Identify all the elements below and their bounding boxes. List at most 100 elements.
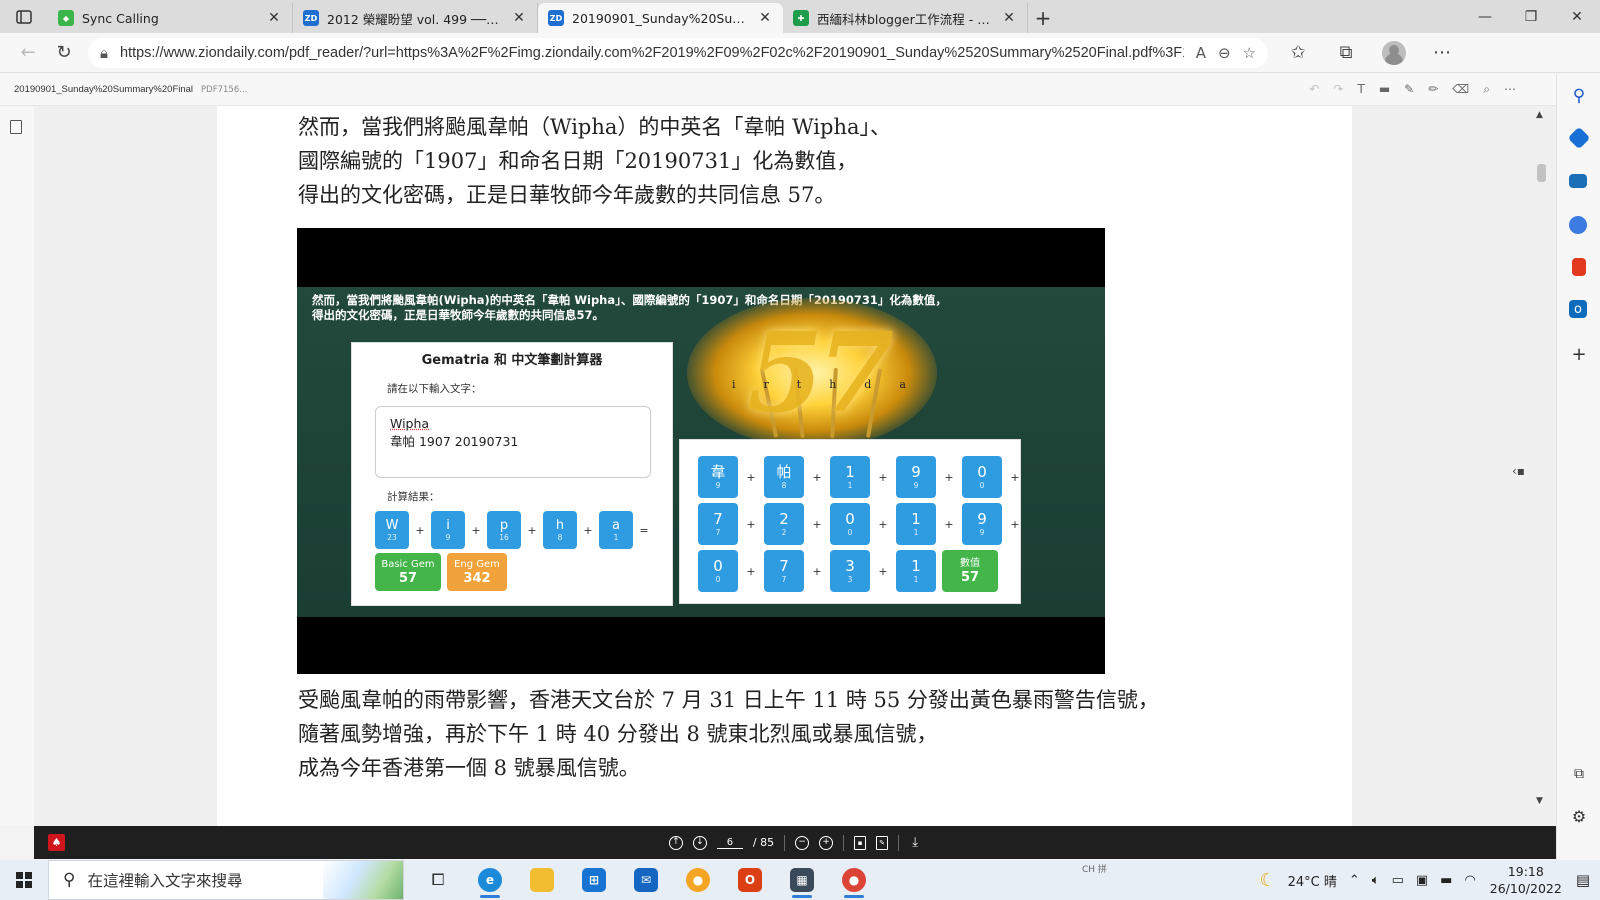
restore-button[interactable]: ❐	[1508, 0, 1554, 33]
collections-icon[interactable]: ⧉	[1324, 37, 1368, 69]
fit-page-icon[interactable]: ▪	[854, 835, 867, 850]
comment-icon[interactable]: ▬	[1379, 82, 1390, 97]
wifi-icon[interactable]: ◠	[1464, 873, 1475, 888]
new-tab-button[interactable]: +	[1028, 3, 1058, 33]
address-bar[interactable]: 🔒︎ https://www.ziondaily.com/pdf_reader/…	[88, 37, 1268, 68]
taskbar-office[interactable]: O	[724, 860, 776, 900]
battery-icon[interactable]: ▬	[1440, 873, 1452, 888]
meet-now-icon[interactable]: ▭	[1392, 873, 1404, 888]
text-tool-icon[interactable]: T	[1357, 82, 1364, 97]
input-method-indicator[interactable]: CH 拼	[1082, 862, 1107, 875]
badge-label: 數值	[960, 557, 980, 569]
scroll-up-icon[interactable]: ▲	[1536, 110, 1543, 120]
lock-icon[interactable]: 🔒︎	[100, 44, 108, 62]
page-text-line: 受颱風韋帕的雨帶影響，香港天文台於 7 月 31 日上午 11 時 55 分發出…	[298, 688, 1159, 712]
search-icon[interactable]: ⌕	[1483, 82, 1490, 97]
taskbar-search-box[interactable]: ⚲ 在這裡輸入文字來搜尋	[48, 860, 404, 900]
shopping-tag-icon[interactable]	[1567, 126, 1591, 150]
page-text-line: 得出的文化密碼，正是日華牧師今年歲數的共同信息 57。	[298, 183, 836, 207]
start-button[interactable]	[0, 860, 48, 900]
download-icon[interactable]: ⤓	[909, 835, 921, 850]
task-view-button[interactable]: ⧠	[412, 860, 464, 900]
plus-sign: +	[746, 470, 756, 484]
acrobat-icon[interactable]: ♠	[48, 834, 65, 851]
key-value: 9	[715, 480, 721, 490]
undo-icon[interactable]: ↶	[1309, 82, 1319, 97]
more-options-icon[interactable]: ⋯	[1504, 82, 1516, 97]
split-screen-icon[interactable]: ⧉	[1569, 764, 1589, 784]
pdf-left-rail	[0, 106, 34, 826]
value-key: p 16	[487, 511, 521, 549]
back-button[interactable]: ←	[10, 37, 46, 69]
key-character: W	[385, 517, 399, 533]
tab-google-sheets[interactable]: ✚ 西緬科林blogger工作流程 - Goo ✕	[783, 3, 1028, 33]
tab-ziondaily-499[interactable]: ZD 2012 榮耀盼望 vol. 499 ──「星」 ✕	[293, 3, 538, 33]
taskbar-chrome-canary[interactable]: ●	[672, 860, 724, 900]
minimize-button[interactable]: —	[1462, 0, 1508, 33]
key-value: 8	[781, 480, 787, 490]
taskbar-mail[interactable]: ✉	[620, 860, 672, 900]
redo-icon[interactable]: ↷	[1333, 82, 1343, 97]
key-value: 7	[715, 527, 721, 537]
search-highlight-image	[323, 861, 403, 899]
volume-icon[interactable]: 🔈︎	[1372, 873, 1380, 888]
previous-page-icon[interactable]: ↑	[668, 835, 683, 850]
draw-icon[interactable]: ✏	[1428, 82, 1438, 97]
taskbar-chrome[interactable]: ●	[828, 860, 880, 900]
close-icon[interactable]: ✕	[266, 10, 282, 26]
taskbar-file-explorer[interactable]	[516, 860, 568, 900]
tools-briefcase-icon[interactable]	[1569, 174, 1587, 188]
network-status-icon[interactable]: ▣	[1416, 873, 1428, 888]
scrollbar-thumb[interactable]	[1537, 164, 1546, 182]
taskbar-clock[interactable]: 19:18 26/10/2022	[1488, 863, 1564, 897]
key-character: 7	[713, 509, 723, 528]
zoom-in-icon[interactable]: +	[819, 835, 834, 850]
add-sidebar-app-icon[interactable]: +	[1569, 344, 1589, 365]
tab-title: 西緬科林blogger工作流程 - Goo	[817, 11, 993, 27]
expand-panel-icon[interactable]: ‹▪	[1512, 464, 1525, 478]
refresh-button[interactable]: ↻	[46, 37, 82, 69]
zoom-out-icon[interactable]: ⊖	[1218, 44, 1231, 62]
next-page-icon[interactable]: ↓	[692, 835, 707, 850]
notifications-icon[interactable]: ▤	[1576, 871, 1590, 889]
erase-icon[interactable]: ⌫	[1452, 82, 1469, 97]
close-icon[interactable]: ✕	[757, 10, 773, 26]
vertical-scrollbar[interactable]: ▲ ▼	[1532, 106, 1550, 826]
office-icon[interactable]	[1572, 258, 1586, 276]
taskbar-edge[interactable]: e	[464, 860, 516, 900]
tab-sunday-summary[interactable]: ZD 20190901_Sunday%20Summary% ✕	[538, 3, 783, 33]
zoom-out-icon[interactable]: −	[795, 835, 810, 850]
favorites-icon[interactable]: ✩	[1276, 37, 1320, 69]
page-number-input[interactable]: 6	[716, 837, 743, 849]
games-icon[interactable]	[1569, 216, 1587, 234]
read-aloud-icon[interactable]: A	[1196, 44, 1206, 62]
key-character: 0	[845, 509, 855, 528]
weather-moon-icon[interactable]: ☾	[1259, 870, 1275, 891]
taskbar-store[interactable]: ⊞	[568, 860, 620, 900]
weather-text[interactable]: 24°C 晴	[1288, 871, 1337, 890]
taskbar-calculator[interactable]: ▦	[776, 860, 828, 900]
outlook-icon[interactable]: o	[1569, 300, 1587, 318]
sidebar-search-icon[interactable]: ⚲	[1569, 86, 1589, 106]
highlight-icon[interactable]: ✎	[1404, 82, 1414, 97]
show-hidden-icons-icon[interactable]: ⌃	[1349, 873, 1360, 888]
tab-actions-button[interactable]	[0, 0, 48, 33]
value-key: 帕8	[764, 456, 804, 498]
page-total: / 85	[752, 836, 775, 849]
url-text[interactable]: https://www.ziondaily.com/pdf_reader/?ur…	[120, 45, 1184, 61]
scroll-down-icon[interactable]: ▼	[1536, 796, 1543, 806]
input-label: 請在以下輸入文字：	[387, 383, 482, 395]
gear-icon[interactable]: ⚙	[1569, 806, 1589, 826]
profile-button[interactable]	[1372, 37, 1416, 69]
tab-title: 2012 榮耀盼望 vol. 499 ──「星」	[327, 11, 503, 27]
key-value: 0	[847, 527, 853, 537]
settings-menu-icon[interactable]: ⋯	[1420, 37, 1464, 69]
close-icon[interactable]: ✕	[511, 10, 527, 26]
fit-width-icon[interactable]: ✎	[876, 835, 889, 850]
add-favorite-icon[interactable]: ☆	[1243, 44, 1256, 62]
close-icon[interactable]: ✕	[1001, 10, 1017, 26]
close-window-button[interactable]: ✕	[1554, 0, 1600, 33]
page-thumbnails-icon[interactable]	[10, 120, 22, 134]
tab-sync-calling[interactable]: ◆ Sync Calling ✕	[48, 3, 293, 33]
pdf-tools: ↶ ↷ T ▬ ✎ ✏ ⌫ ⌕ ⋯	[1309, 82, 1516, 97]
